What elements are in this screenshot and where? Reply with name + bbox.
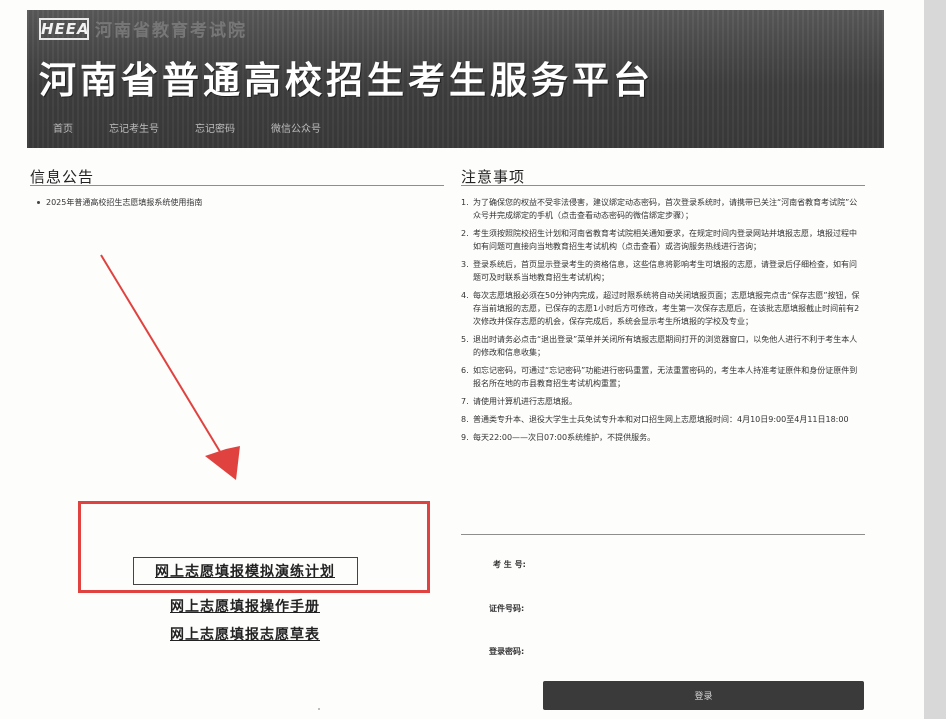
- nav-forgot-student-no[interactable]: 忘记考生号: [109, 120, 159, 135]
- speck: [318, 708, 320, 710]
- draft-form-link[interactable]: 网上志愿填报志愿草表: [115, 624, 375, 644]
- nav-wechat[interactable]: 微信公众号: [271, 120, 321, 135]
- notice-link[interactable]: 2025年普通高校招生志愿填报系统使用指南: [46, 197, 202, 208]
- logo-row: HEEA 河南省教育考试院: [39, 16, 247, 41]
- id-number-label: 证件号码:: [489, 604, 525, 613]
- rule-item: 8. 普通类专升本、退役大学生士兵免试专升本和对口招生网上志愿填报时间：4月10日…: [461, 415, 849, 424]
- rule-item: 1. 为了确保您的权益不受非法侵害，建议绑定动态密码，首次登录系统时，请携带已关注…: [461, 198, 858, 220]
- nav-forgot-password[interactable]: 忘记密码: [195, 120, 235, 135]
- page: HEEA 河南省教育考试院 河南省普通高校招生考生服务平台 首页 忘记考生号 忘…: [0, 0, 924, 719]
- nav-home[interactable]: 首页: [53, 120, 73, 135]
- student-no-label: 考 生 号:: [493, 560, 526, 569]
- rule-item: 9. 每天22:00——次日07:00系统维护，不提供服务。: [461, 433, 656, 442]
- rules-bottom-divider: [461, 534, 865, 535]
- notice-list-item[interactable]: 2025年普通高校招生志愿填报系统使用指南: [37, 197, 202, 208]
- notice-title: 信息公告: [30, 168, 95, 186]
- heea-logo[interactable]: HEEA: [39, 17, 89, 40]
- guide-links: 网上志愿填报模拟演练计划 网上志愿填报操作手册 网上志愿填报志愿草表: [115, 557, 375, 644]
- login-button[interactable]: 登录: [543, 681, 864, 710]
- rule-item: 6. 如忘记密码，可通过“忘记密码”功能进行密码重置，无法重置密码的，考生本人持准…: [461, 366, 858, 388]
- operation-manual-link[interactable]: 网上志愿填报操作手册: [115, 596, 375, 616]
- rules-list: 1. 为了确保您的权益不受非法侵害，建议绑定动态密码，首次登录系统时，请携带已关注…: [461, 196, 863, 449]
- simulation-plan-link[interactable]: 网上志愿填报模拟演练计划: [132, 557, 358, 585]
- rules-title: 注意事项: [461, 168, 526, 186]
- site-banner: HEEA 河南省教育考试院 河南省普通高校招生考生服务平台 首页 忘记考生号 忘…: [27, 10, 884, 148]
- page-title: 河南省普通高校招生考生服务平台: [39, 59, 654, 102]
- rule-item: 4. 每次志愿填报必须在50分钟内完成，超过时限系统将自动关闭填报页面；志愿填报完…: [461, 291, 860, 326]
- notice-divider: [30, 185, 444, 186]
- rule-item: 5. 退出时请务必点击“退出登录”菜单并关闭所有填报志愿期间打开的浏览器窗口，以免…: [461, 335, 858, 357]
- rules-divider: [461, 185, 865, 186]
- rule-item: 3. 登录系统后，首页显示登录考生的资格信息，这些信息将影响考生可填报的志愿，请登…: [461, 260, 857, 282]
- password-label: 登录密码:: [489, 647, 525, 656]
- scrollbar-track[interactable]: [924, 0, 946, 719]
- rule-item: 7. 请使用计算机进行志愿填报。: [461, 397, 577, 406]
- top-nav: 首页 忘记考生号 忘记密码 微信公众号: [27, 113, 884, 141]
- bullet-icon: [37, 201, 40, 204]
- rule-item: 2. 考生须按照院校招生计划和河南省教育考试院相关通知要求，在规定时间内登录网站并…: [461, 229, 857, 251]
- org-name: 河南省教育考试院: [95, 21, 247, 41]
